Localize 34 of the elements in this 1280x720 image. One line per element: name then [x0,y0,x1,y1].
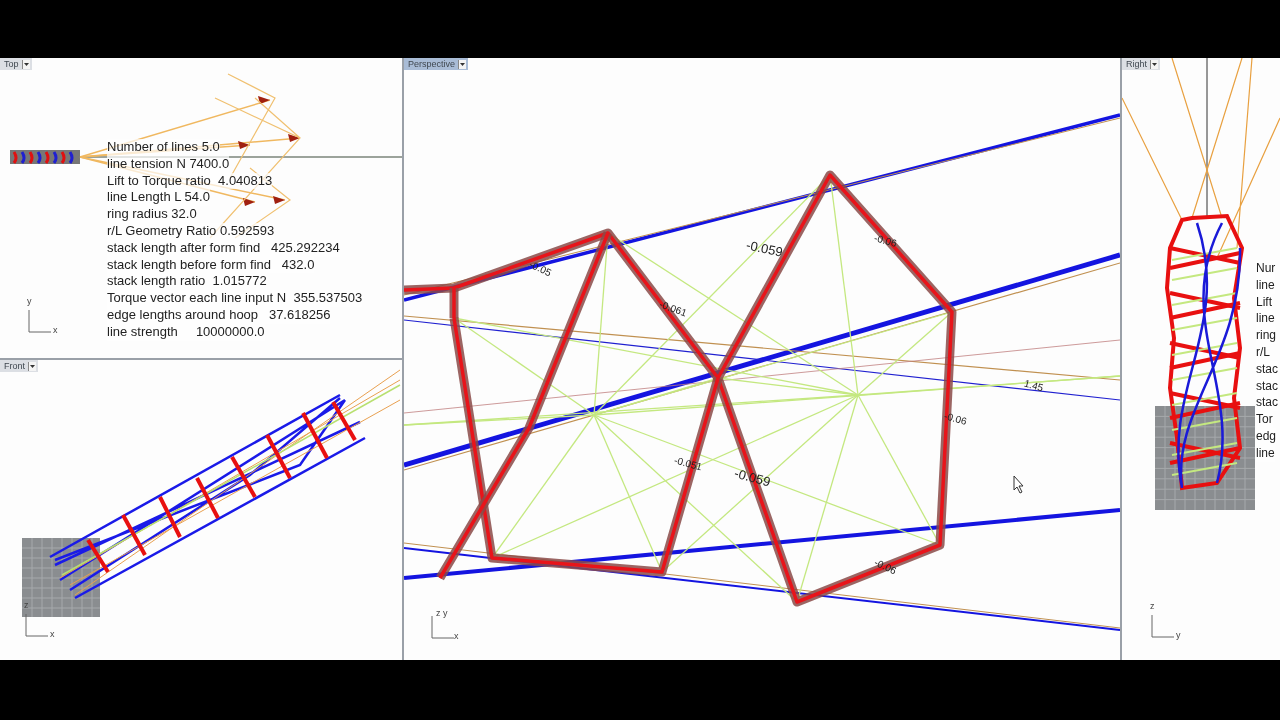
info-text: ring [1256,327,1276,344]
info-text: Torque vector each line input N 355.537503 [107,290,363,307]
axis-label: x [53,325,58,335]
force-label: -0.06 [942,410,968,427]
axis-label: z [436,608,441,618]
axis-label: x [50,629,55,639]
force-label: -0.059 [732,465,773,490]
info-text: Lift to Torque ratio 4.040813 [107,172,273,190]
force-label: -0.05 [527,258,554,279]
force-label: -0.061 [657,298,689,319]
force-label: -0.051 [673,454,704,473]
cursor-icon [1013,475,1024,494]
viewport-tab[interactable]: Right [1122,58,1160,70]
viewport-tab[interactable]: Top [0,58,32,70]
force-label: -0.059 [744,237,785,260]
axis-icon [27,308,53,334]
axis-label: y [443,608,448,618]
info-text: line Length L 54.0 [107,189,210,207]
axis-label: x [454,631,459,641]
info-text: r/L Geometry Ratio 0.592593 [107,223,275,240]
force-label: -0.06 [872,232,898,249]
axis-label: z [24,600,29,610]
info-text: Number of lines 5.0 [107,139,220,156]
viewport-tab[interactable]: Front [0,360,38,372]
viewport-tab[interactable]: Perspective [404,58,469,70]
info-text: ring radius 32.0 [107,206,197,223]
axis-label: y [27,296,32,306]
info-text: stack length ratio 1.015772 [107,273,267,291]
axis-label: y [1176,630,1181,640]
axis-icon [1150,613,1176,639]
force-label: -0.06 [872,556,899,577]
force-label: 1.45 [1022,377,1045,394]
axis-label: z [1150,601,1155,611]
axis-icon [24,612,50,638]
